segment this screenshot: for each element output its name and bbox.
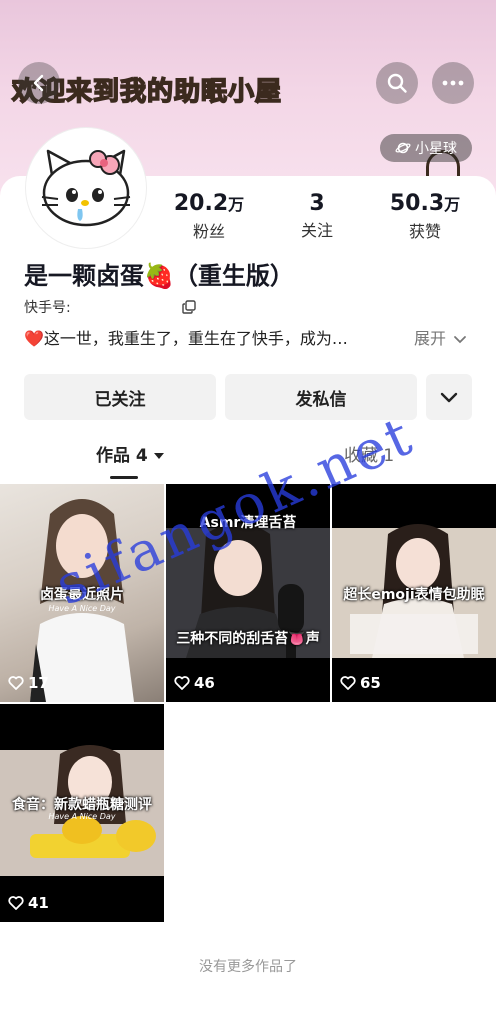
more-dots-icon <box>442 80 464 86</box>
chevron-left-icon <box>33 74 44 92</box>
post-tile[interactable]: Asmr清理舌苔 三种不同的刮舌苔👅声 46 <box>166 484 330 702</box>
avatar[interactable] <box>26 128 146 248</box>
stat-likes-unit: 万 <box>444 195 461 214</box>
post-tile[interactable]: 食音：新款蜡瓶糖测评 Have A Nice Day 41 <box>0 704 164 922</box>
no-more-posts-label: 没有更多作品了 <box>199 959 297 975</box>
followed-button[interactable]: 已关注 <box>24 374 216 420</box>
stat-fans-number: 20.2 <box>173 191 229 216</box>
post-subcaption: Have A Nice Day <box>48 604 116 613</box>
hello-kitty-avatar-icon <box>41 149 131 227</box>
heart-outline-icon <box>340 676 356 690</box>
bio-text: 这一世，我重生了，重生在了快手，成为… <box>43 329 348 348</box>
back-button[interactable] <box>18 62 60 104</box>
tab-works-label: 作品 4 <box>96 446 148 466</box>
likes-count: 65 <box>360 674 381 692</box>
planet-button[interactable]: 小星球 <box>380 134 472 162</box>
profile-page: 欢迎来到我的助眠小屋 小星球 20.2万 粉丝 3 关注 50.3万 获赞 是一… <box>0 0 496 1024</box>
stat-fans-label: 粉丝 <box>192 222 225 241</box>
tab-favorites[interactable]: 收藏 1 <box>344 444 394 468</box>
profile-bio: ❤️这一世，我重生了，重生在了快手，成为… <box>24 326 404 352</box>
chevron-down-icon <box>440 392 458 403</box>
post-caption: 超长emoji表情包助眠 <box>343 587 485 603</box>
chevron-down-icon <box>454 335 467 343</box>
caret-down-icon <box>153 453 164 459</box>
tab-works[interactable]: 作品 4 <box>96 444 164 468</box>
stat-fans[interactable]: 20.2万 粉丝 <box>154 190 264 243</box>
likes-count: 17 <box>28 674 49 692</box>
planet-icon <box>395 142 411 154</box>
post-likes: 65 <box>340 674 381 692</box>
profile-stats: 20.2万 粉丝 3 关注 50.3万 获赞 <box>150 190 496 246</box>
likes-count: 46 <box>194 674 215 692</box>
stat-following[interactable]: 3 关注 <box>262 190 372 242</box>
expand-bio-button[interactable]: 展开 <box>414 326 467 352</box>
stat-likes[interactable]: 50.3万 获赞 <box>370 190 480 243</box>
search-button[interactable] <box>376 62 418 104</box>
post-caption: 卤蛋最近照片 <box>40 587 124 603</box>
post-likes: 41 <box>8 894 49 912</box>
content-tabs: 作品 4 收藏 1 <box>0 436 496 480</box>
send-message-button[interactable]: 发私信 <box>225 374 417 420</box>
stat-following-value: 3 <box>262 190 372 218</box>
banner-title: 欢迎来到我的助眠小屋 <box>11 76 283 108</box>
post-caption: 食音：新款蜡瓶糖测评 <box>12 797 152 813</box>
kuaishou-id-label: 快手号: <box>24 300 71 316</box>
stat-following-number: 3 <box>309 191 325 216</box>
post-tile[interactable]: 卤蛋最近照片 Have A Nice Day 17 <box>0 484 164 702</box>
active-tab-indicator <box>110 476 138 479</box>
stat-fans-unit: 万 <box>228 195 245 214</box>
heart-outline-icon <box>8 676 24 690</box>
stat-likes-value: 50.3万 <box>370 190 480 219</box>
post-tile[interactable]: 超长emoji表情包助眠 65 <box>332 484 496 702</box>
post-likes: 46 <box>174 674 215 692</box>
likes-count: 41 <box>28 894 49 912</box>
post-subcaption: Have A Nice Day <box>48 812 116 821</box>
post-caption: 三种不同的刮舌苔👅声 <box>176 631 320 647</box>
planet-label: 小星球 <box>415 141 457 157</box>
stat-likes-label: 获赞 <box>408 222 441 241</box>
profile-name: 是一颗卤蛋🍓（重生版） <box>24 262 294 290</box>
heart-outline-icon <box>8 896 24 910</box>
heart-icon: ❤️ <box>24 329 44 348</box>
stat-fans-value: 20.2万 <box>154 190 264 219</box>
copy-icon[interactable] <box>182 300 196 314</box>
post-likes: 17 <box>8 674 49 692</box>
stat-following-label: 关注 <box>300 221 333 240</box>
post-caption-top: Asmr清理舌苔 <box>199 515 297 531</box>
more-button[interactable] <box>432 62 474 104</box>
stat-likes-number: 50.3 <box>389 191 445 216</box>
more-actions-button[interactable] <box>426 374 472 420</box>
expand-label: 展开 <box>414 329 447 348</box>
search-icon <box>387 73 407 93</box>
heart-outline-icon <box>174 676 190 690</box>
